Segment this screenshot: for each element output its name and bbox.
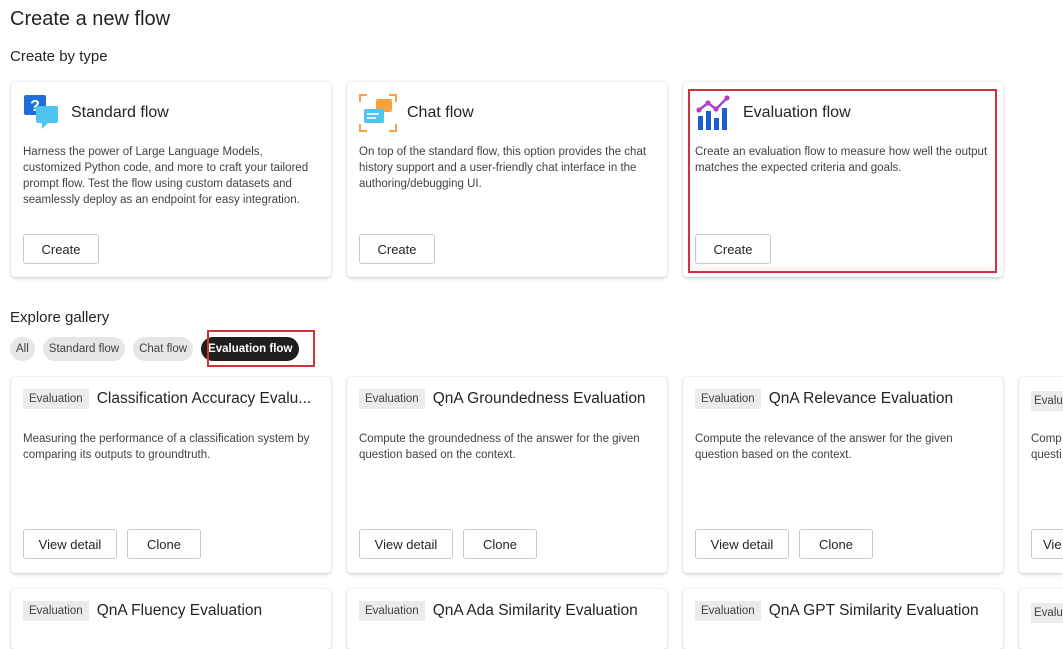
standard-flow-title: Standard flow [71,104,169,121]
gallery-card-description-partial: Comp questi [1031,433,1062,461]
filter-chip-standard-flow[interactable]: Standard flow [42,337,126,361]
gallery-card-qna-groundedness: Evaluation QnA Groundedness Evaluation C… [347,377,667,573]
view-detail-button[interactable]: View detail [23,529,117,559]
gallery-card-title: QnA Groundedness Evaluation [432,390,646,407]
gallery-card-partial: Evalu Comp questi Vie [1019,377,1063,573]
evaluation-badge: Evaluation [695,601,761,621]
chat-flow-description: On top of the standard flow, this option… [359,146,647,190]
gallery-card-description: Compute the groundedness of the answer f… [359,433,640,461]
question-chat-icon: ? [24,95,58,129]
gallery-card-qna-ada-similarity: Evaluation QnA Ada Similarity Evaluation [347,589,667,649]
gallery-filter-chips: All Standard flow Chat flow Evaluation f… [10,337,300,361]
evaluation-flow-title: Evaluation flow [743,104,851,121]
gallery-card-qna-gpt-similarity: Evaluation QnA GPT Similarity Evaluation [683,589,1003,649]
gallery-card-title: QnA Fluency Evaluation [96,602,263,619]
clone-button[interactable]: Clone [799,529,873,559]
gallery-card-title: QnA Relevance Evaluation [768,390,954,407]
chat-window-icon [359,94,397,132]
gallery-card-qna-fluency: Evaluation QnA Fluency Evaluation [11,589,331,649]
evaluation-flow-description: Create an evaluation flow to measure how… [695,146,988,174]
view-detail-button-partial[interactable]: Vie [1031,529,1063,559]
gallery-card-title: QnA GPT Similarity Evaluation [768,602,979,619]
filter-chip-evaluation-flow[interactable]: Evaluation flow [201,337,300,361]
gallery-card-qna-relevance: Evaluation QnA Relevance Evaluation Comp… [683,377,1003,573]
gallery-card-description: Compute the relevance of the answer for … [695,433,953,461]
view-detail-button[interactable]: View detail [695,529,789,559]
evaluation-badge: Evaluation [23,389,89,409]
evaluation-badge: Evaluation [359,389,425,409]
section-title-explore-gallery: Explore gallery [10,309,110,326]
evaluation-badge: Evaluation [359,601,425,621]
standard-flow-card: ? Standard flow Harness the power of Lar… [11,82,331,277]
gallery-card-title: Classification Accuracy Evalu... [96,390,312,407]
gallery-card-classification-accuracy: Evaluation Classification Accuracy Evalu… [11,377,331,573]
filter-chip-all[interactable]: All [10,337,35,361]
gallery-card-partial-bottom: Evalu [1019,589,1063,649]
evaluation-badge: Evaluation [695,389,761,409]
chat-flow-card: Chat flow On top of the standard flow, t… [347,82,667,277]
clone-button[interactable]: Clone [463,529,537,559]
chat-flow-create-button[interactable]: Create [359,234,435,264]
view-detail-button[interactable]: View detail [359,529,453,559]
standard-flow-description: Harness the power of Large Language Mode… [23,146,309,206]
evaluation-badge-partial: Evalu [1031,391,1063,411]
gallery-card-description: Measuring the performance of a classific… [23,433,310,461]
page-title: Create a new flow [10,8,171,30]
filter-chip-chat-flow[interactable]: Chat flow [133,337,194,361]
standard-flow-create-button[interactable]: Create [23,234,99,264]
evaluation-badge-partial: Evalu [1031,603,1063,623]
gallery-card-title: QnA Ada Similarity Evaluation [432,602,638,619]
evaluation-badge: Evaluation [23,601,89,621]
clone-button[interactable]: Clone [127,529,201,559]
section-title-create-by-type: Create by type [10,48,108,65]
chart-evaluation-icon [696,95,730,130]
chat-flow-title: Chat flow [407,104,474,121]
evaluation-flow-card: Evaluation flow Create an evaluation flo… [683,82,1003,277]
evaluation-flow-create-button[interactable]: Create [695,234,771,264]
